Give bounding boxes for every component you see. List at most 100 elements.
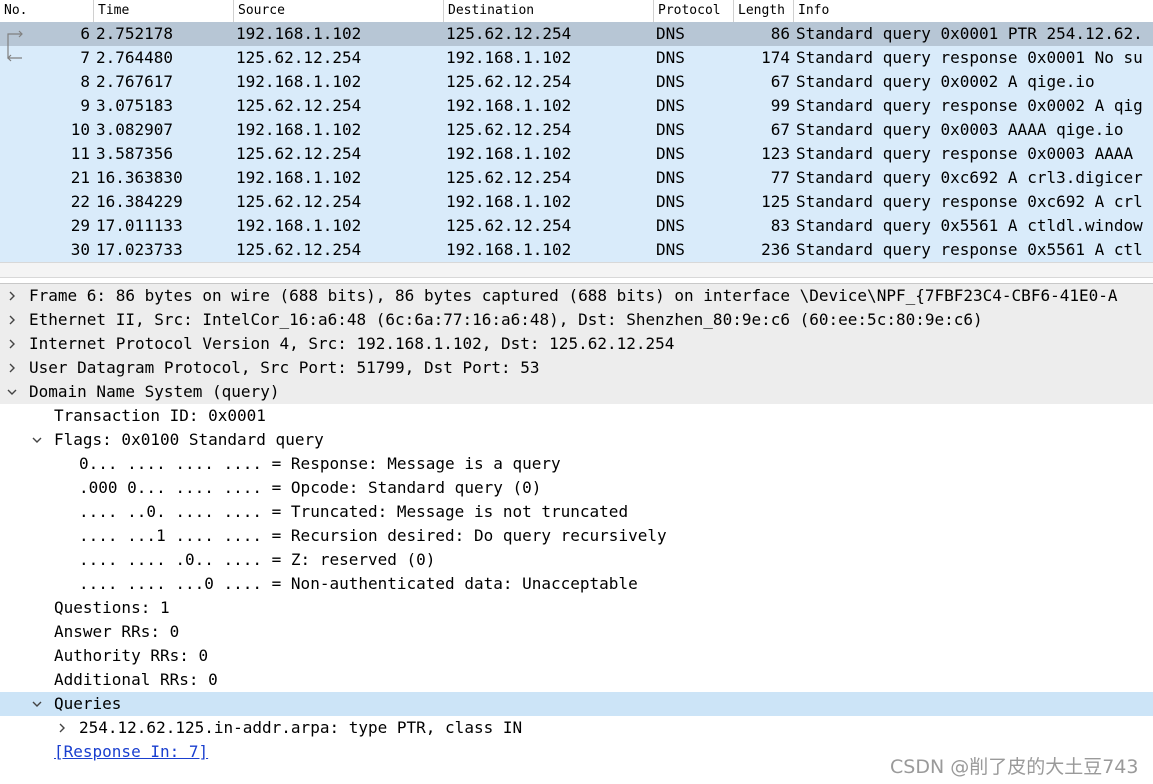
tree-item[interactable]: Additional RRs: 0	[0, 668, 1153, 692]
cell-time: 16.384229	[96, 192, 183, 211]
cell-len: 83	[770, 216, 790, 235]
expand-arrow-right-icon[interactable]	[4, 332, 20, 356]
cell-time: 3.075183	[96, 96, 174, 115]
cell-proto: DNS	[656, 120, 685, 139]
tree-item[interactable]: .000 0... .... .... = Opcode: Standard q…	[0, 476, 1153, 500]
table-row[interactable]: 10 3.082907 192.168.1.102 125.62.12.254 DNS 6…	[0, 118, 1153, 142]
column-header-time[interactable]: Time	[94, 0, 234, 22]
watermark: CSDN @削了皮的大土豆743	[890, 756, 1139, 778]
cell-time: 2.764480	[96, 48, 174, 67]
cell-no: 21	[70, 168, 90, 187]
packet-details-tree: Frame 6: 86 bytes on wire (688 bits), 86…	[0, 284, 1153, 784]
table-row[interactable]: 21 16.363830 192.168.1.102 125.62.12.254 DNS…	[0, 166, 1153, 190]
cell-proto: DNS	[656, 24, 685, 43]
cell-src: 125.62.12.254	[236, 240, 362, 259]
cell-dst: 192.168.1.102	[446, 96, 572, 115]
cell-info: Standard query response 0x5561 A ctl	[796, 240, 1143, 259]
expand-arrow-down-icon[interactable]	[29, 692, 45, 716]
cell-len: 67	[770, 72, 790, 91]
column-header-length[interactable]: Length	[734, 0, 794, 22]
cell-no: 8	[80, 72, 90, 91]
packet-list[interactable]: No. Time Source Destination Protocol Len…	[0, 0, 1153, 262]
expand-arrow-down-icon[interactable]	[29, 428, 45, 452]
tree-item[interactable]: .... ...1 .... .... = Recursion desired:…	[0, 524, 1153, 548]
tree-item[interactable]: Flags: 0x0100 Standard query	[0, 428, 1153, 452]
expand-arrow-right-icon[interactable]	[54, 716, 70, 740]
cell-dst: 192.168.1.102	[446, 192, 572, 211]
table-row[interactable]: 7 2.764480 125.62.12.254 192.168.1.102 DNS 17…	[0, 46, 1153, 70]
cell-info: Standard query 0x0003 AAAA qige.io	[796, 120, 1124, 139]
tree-item-label: Ethernet II, Src: IntelCor_16:a6:48 (6c:…	[29, 310, 983, 329]
tree-item[interactable]: Queries	[0, 692, 1153, 716]
tree-item-label: Flags: 0x0100 Standard query	[54, 430, 324, 449]
table-row[interactable]: 11 3.587356 125.62.12.254 192.168.1.102 DNS 1…	[0, 142, 1153, 166]
cell-info: Standard query response 0x0001 No su	[796, 48, 1143, 67]
table-row[interactable]: 8 2.767617 192.168.1.102 125.62.12.254 DNS 67…	[0, 70, 1153, 94]
tree-item-label: .000 0... .... .... = Opcode: Standard q…	[79, 478, 542, 497]
table-row[interactable]: 22 16.384229 125.62.12.254 192.168.1.102 DNS…	[0, 190, 1153, 214]
cell-no: 30	[70, 240, 90, 259]
expand-arrow-right-icon[interactable]	[4, 308, 20, 332]
tree-item[interactable]: 0... .... .... .... = Response: Message …	[0, 452, 1153, 476]
response-in-link[interactable]: [Response In: 7]	[54, 740, 208, 764]
table-row[interactable]: 9 3.075183 125.62.12.254 192.168.1.102 DNS 99…	[0, 94, 1153, 118]
tree-item-label: Transaction ID: 0x0001	[54, 406, 266, 425]
cell-len: 236	[761, 240, 790, 259]
packet-list-scrollbar[interactable]	[0, 262, 1153, 278]
cell-no: 7	[80, 48, 90, 67]
cell-src: 192.168.1.102	[236, 120, 362, 139]
cell-time: 3.082907	[96, 120, 174, 139]
cell-info: Standard query 0x0001 PTR 254.12.62.	[796, 24, 1143, 43]
tree-item[interactable]: User Datagram Protocol, Src Port: 51799,…	[0, 356, 1153, 380]
tree-item-label: Domain Name System (query)	[29, 382, 280, 401]
tree-item[interactable]: .... .... ...0 .... = Non-authenticated …	[0, 572, 1153, 596]
column-header-destination[interactable]: Destination	[444, 0, 654, 22]
cell-len: 174	[761, 48, 790, 67]
table-row[interactable]: 29 17.011133 192.168.1.102 125.62.12.254 DNS…	[0, 214, 1153, 238]
expand-arrow-down-icon[interactable]	[4, 380, 20, 404]
cell-time: 3.587356	[96, 144, 174, 163]
tree-item[interactable]: Domain Name System (query)	[0, 380, 1153, 404]
tree-item-label: 0... .... .... .... = Response: Message …	[79, 454, 561, 473]
tree-item[interactable]: .... ..0. .... .... = Truncated: Message…	[0, 500, 1153, 524]
cell-info: Standard query 0xc692 A crl3.digicer	[796, 168, 1143, 187]
column-header-protocol[interactable]: Protocol	[654, 0, 734, 22]
cell-len: 123	[761, 144, 790, 163]
tree-item-label: .... .... ...0 .... = Non-authenticated …	[79, 574, 638, 593]
cell-proto: DNS	[656, 240, 685, 259]
tree-item[interactable]: Transaction ID: 0x0001	[0, 404, 1153, 428]
cell-info: Standard query response 0x0002 A qig	[796, 96, 1143, 115]
column-header-no[interactable]: No.	[0, 0, 94, 22]
cell-dst: 125.62.12.254	[446, 216, 572, 235]
tree-item[interactable]: .... .... .0.. .... = Z: reserved (0)	[0, 548, 1153, 572]
cell-no: 22	[70, 192, 90, 211]
expand-arrow-right-icon[interactable]	[4, 356, 20, 380]
tree-item[interactable]: Answer RRs: 0	[0, 620, 1153, 644]
cell-dst: 125.62.12.254	[446, 168, 572, 187]
column-header-info[interactable]: Info	[794, 0, 1153, 22]
tree-item[interactable]: Frame 6: 86 bytes on wire (688 bits), 86…	[0, 284, 1153, 308]
cell-dst: 192.168.1.102	[446, 48, 572, 67]
expand-arrow-right-icon[interactable]	[4, 284, 20, 308]
tree-item[interactable]: Authority RRs: 0	[0, 644, 1153, 668]
cell-src: 125.62.12.254	[236, 96, 362, 115]
cell-dst: 125.62.12.254	[446, 24, 572, 43]
tree-item[interactable]: Ethernet II, Src: IntelCor_16:a6:48 (6c:…	[0, 308, 1153, 332]
column-header-source[interactable]: Source	[234, 0, 444, 22]
table-row[interactable]: 6 2.752178 192.168.1.102 125.62.12.254 DNS 86…	[0, 22, 1153, 46]
cell-no: 9	[80, 96, 90, 115]
tree-item-label: .... ...1 .... .... = Recursion desired:…	[79, 526, 667, 545]
tree-item[interactable]: Internet Protocol Version 4, Src: 192.16…	[0, 332, 1153, 356]
cell-info: Standard query response 0x0003 AAAA	[796, 144, 1134, 163]
tree-item[interactable]: 254.12.62.125.in-addr.arpa: type PTR, cl…	[0, 716, 1153, 740]
tree-item-label: Answer RRs: 0	[54, 622, 180, 641]
cell-dst: 192.168.1.102	[446, 144, 572, 163]
tree-item[interactable]: Questions: 1	[0, 596, 1153, 620]
table-row[interactable]: 30 17.023733 125.62.12.254 192.168.1.102 DNS…	[0, 238, 1153, 262]
cell-len: 99	[770, 96, 790, 115]
cell-time: 2.752178	[96, 24, 174, 43]
cell-src: 192.168.1.102	[236, 216, 362, 235]
cell-proto: DNS	[656, 72, 685, 91]
tree-item-label: .... .... .0.. .... = Z: reserved (0)	[79, 550, 436, 569]
cell-no: 11	[70, 144, 90, 163]
